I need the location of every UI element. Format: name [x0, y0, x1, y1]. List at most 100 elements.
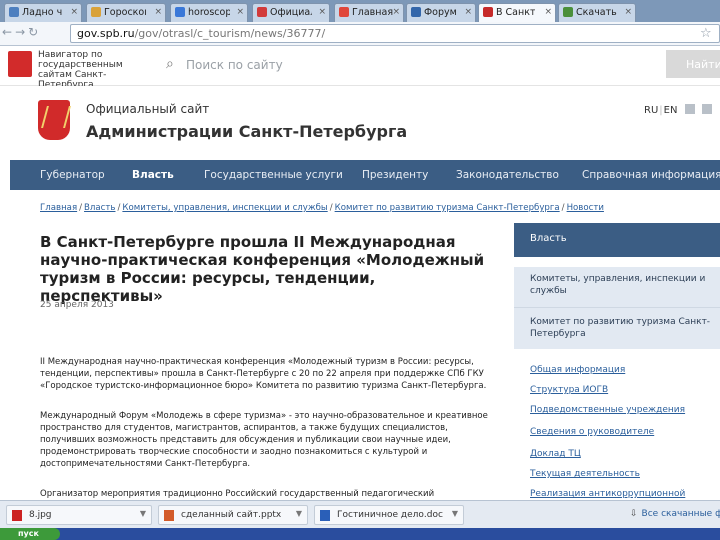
sidebar-link[interactable]: Реализация антикоррупционной [530, 489, 685, 499]
browser-tab[interactable]: horoscop × [170, 3, 248, 22]
sidebar-link[interactable]: Сведения о руководителе [530, 427, 654, 437]
breadcrumb-link[interactable]: Новости [567, 203, 604, 213]
tab-close-icon[interactable]: × [236, 7, 244, 17]
tab-title: Ладно ч [22, 7, 63, 18]
chevron-down-icon[interactable]: ▼ [296, 509, 302, 518]
tab-favicon-icon [563, 7, 573, 17]
tab-title: Форум [424, 7, 457, 18]
tab-favicon-icon [257, 7, 267, 17]
browser-tab[interactable]: Скачать × [558, 3, 636, 22]
sidebar: Власть Комитеты, управления, инспекции и… [514, 223, 720, 500]
tab-favicon-icon [9, 7, 19, 17]
reload-icon[interactable]: ↻ [28, 25, 41, 39]
article-paragraph: Международный Форум «Молодежь в сфере ту… [40, 411, 488, 469]
nav-item-reference[interactable]: Справочная информация [582, 169, 720, 181]
download-arrow-icon: ⇩ [630, 509, 638, 519]
sidebar-link[interactable]: Общая информация [530, 365, 625, 375]
download-filename: сделанный сайт.pptx [181, 510, 282, 520]
search-icon: ⌕ [166, 56, 174, 72]
lang-ru-link[interactable]: RU [644, 105, 658, 116]
browser-tab[interactable]: Главная × [334, 3, 404, 22]
tab-title: horoscop [188, 7, 230, 18]
tab-title: Гороскоп [104, 7, 146, 18]
article-date: 25 апреля 2013 [40, 300, 114, 310]
spb-emblem-icon[interactable] [8, 51, 32, 77]
downloads-bar: 8.jpg ▼ сделанный сайт.pptx ▼ Гостиничное … [0, 500, 720, 528]
browser-tab-active[interactable]: В Санкт × [478, 3, 556, 22]
tab-favicon-icon [411, 7, 421, 17]
breadcrumb-link[interactable]: Власть [84, 203, 115, 213]
browser-tab-strip: Ладно ч × Гороскоп × horoscop × Официаль × Г… [0, 0, 720, 22]
show-all-downloads-link[interactable]: ⇩Все скачанные файлы... [630, 509, 720, 519]
download-item[interactable]: 8.jpg ▼ [6, 505, 152, 525]
browser-toolbar: ←→↻ gov.spb.ru/gov/otrasl/c_tourism/news… [0, 22, 720, 46]
tab-favicon-icon [339, 7, 349, 17]
sidebar-link[interactable]: Текущая деятельность [530, 469, 640, 479]
site-header: Официальный сайт Администрации Санкт-Пет… [10, 86, 720, 160]
nav-item-power[interactable]: Власть [132, 169, 174, 181]
lang-en-link[interactable]: EN [664, 105, 678, 116]
official-site-label: Официальный сайт [86, 102, 210, 116]
sidebar-link[interactable]: Доклад ТЦ [530, 449, 581, 459]
file-icon [320, 510, 330, 521]
sidebar-link[interactable]: Подведомственные учреждения [530, 405, 685, 415]
article-paragraph: II Международная научно-практическая кон… [40, 357, 487, 391]
download-item[interactable]: Гостиничное дело.doc ▼ [314, 505, 464, 525]
tab-title: В Санкт [496, 7, 536, 18]
breadcrumb-link[interactable]: Главная [40, 203, 77, 213]
breadcrumb-link[interactable]: Комитеты, управления, инспекции и службы [122, 203, 327, 213]
browser-nav-buttons: ←→↻ [2, 25, 41, 39]
tab-close-icon[interactable]: × [154, 7, 162, 17]
download-item[interactable]: сделанный сайт.pptx ▼ [158, 505, 308, 525]
browser-tab[interactable]: Гороскоп × [86, 3, 166, 22]
portal-navigator-link[interactable]: Навигатор по государственным сайтам Санк… [38, 50, 158, 90]
tab-title: Официаль [270, 7, 312, 18]
tab-title: Скачать [576, 7, 617, 18]
browser-tab[interactable]: Официаль × [252, 3, 330, 22]
tab-close-icon[interactable]: × [70, 7, 78, 17]
accessibility-icon[interactable] [684, 104, 695, 114]
chevron-down-icon[interactable]: ▼ [452, 509, 458, 518]
forward-icon[interactable]: → [15, 25, 28, 39]
show-all-downloads-label: Все скачанные файлы... [641, 509, 720, 519]
portal-navigator-line: государственным [38, 60, 123, 70]
sidebar-link[interactable]: Структура ИОГВ [530, 385, 608, 395]
chevron-down-icon[interactable]: ▼ [140, 509, 146, 518]
site-title[interactable]: Администрации Санкт-Петербурга [86, 122, 407, 141]
tab-close-icon[interactable]: × [624, 7, 632, 17]
url-host: gov.spb.ru [77, 27, 135, 40]
tab-close-icon[interactable]: × [392, 7, 400, 17]
file-icon [164, 510, 174, 521]
coat-of-arms-icon[interactable] [38, 100, 70, 140]
tab-favicon-icon [91, 7, 101, 17]
sidebar-item-tourism-committee[interactable]: Комитет по развитию туризма Санкт-Петерб… [514, 307, 720, 349]
sidebar-item-committees[interactable]: Комитеты, управления, инспекции и службы [514, 267, 720, 307]
language-switch: RU|EN [644, 104, 712, 116]
address-bar[interactable]: gov.spb.ru/gov/otrasl/c_tourism/news/367… [70, 24, 720, 43]
bookmark-star-icon[interactable]: ☆ [700, 26, 712, 41]
back-icon[interactable]: ← [2, 25, 15, 39]
os-taskbar: пуск [0, 528, 720, 540]
browser-tab[interactable]: Форум × [406, 3, 476, 22]
tab-title: Главная [352, 7, 394, 18]
tab-close-icon[interactable]: × [464, 7, 472, 17]
tab-close-icon[interactable]: × [544, 7, 552, 17]
sitemap-icon[interactable] [701, 104, 712, 114]
tab-favicon-icon [175, 7, 185, 17]
article-title: В Санкт-Петербурге прошла II Международн… [40, 233, 485, 305]
tab-close-icon[interactable]: × [318, 7, 326, 17]
nav-item-president[interactable]: Президенту [362, 169, 428, 181]
tab-favicon-icon [483, 7, 493, 17]
search-button[interactable]: Найти [666, 50, 720, 78]
browser-tab[interactable]: Ладно ч × [4, 3, 82, 22]
nav-item-services[interactable]: Государственные услуги [204, 169, 343, 181]
breadcrumb-link[interactable]: Комитет по развитию туризма Санкт-Петерб… [335, 203, 560, 213]
start-button[interactable]: пуск [0, 528, 60, 540]
nav-item-governor[interactable]: Губернатор [40, 169, 105, 181]
site-search-input[interactable]: ⌕ Поиск по сайту [158, 52, 658, 76]
nav-item-legislation[interactable]: Законодательство [456, 169, 559, 181]
search-placeholder: Поиск по сайту [186, 58, 283, 72]
gov-portal-strip: Навигатор по государственным сайтам Санк… [0, 46, 720, 90]
sidebar-heading[interactable]: Власть [514, 223, 720, 257]
portal-navigator-line: Навигатор по [38, 50, 103, 60]
